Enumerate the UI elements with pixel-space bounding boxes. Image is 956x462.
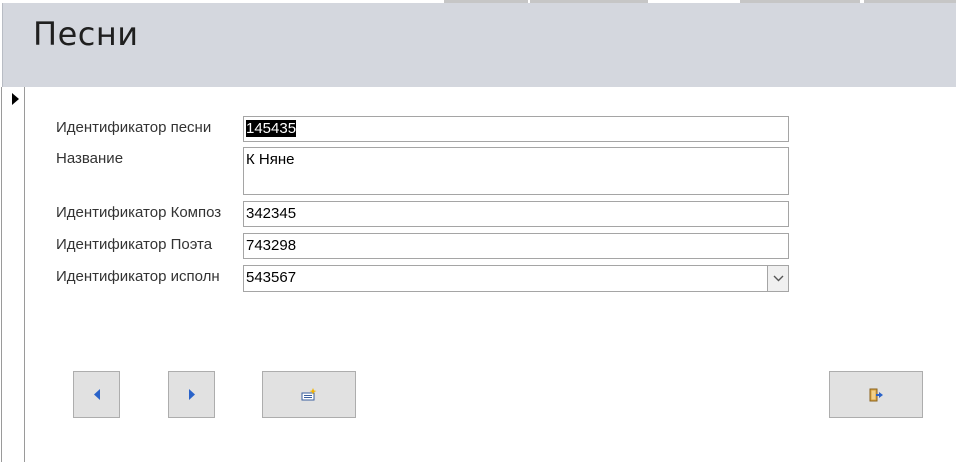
triangle-right-icon	[188, 389, 195, 400]
previous-record-button[interactable]	[73, 371, 120, 418]
composer-id-label: Идентификатор Композ	[56, 204, 222, 221]
record-selector[interactable]	[1, 87, 25, 462]
poet-id-value: 743298	[246, 237, 297, 254]
composer-id-field[interactable]: 342345	[243, 201, 789, 227]
composer-id-value: 342345	[246, 205, 297, 222]
new-record-icon	[301, 387, 317, 400]
poet-id-label: Идентификатор Поэта	[56, 236, 213, 253]
new-record-button[interactable]	[262, 371, 356, 418]
form-title: Песни	[33, 15, 139, 53]
poet-id-field[interactable]: 743298	[243, 233, 789, 259]
close-form-button[interactable]	[829, 371, 923, 418]
song-id-value: 145435	[246, 120, 297, 137]
performer-id-combo[interactable]: 543567	[243, 265, 789, 292]
song-id-field[interactable]: 145435	[243, 116, 789, 142]
close-form-icon	[869, 388, 883, 401]
name-field[interactable]: К Няне	[243, 147, 789, 195]
performer-id-label: Идентификатор исполн	[56, 268, 220, 285]
performer-id-value: 543567	[246, 269, 297, 286]
name-value: К Няне	[246, 151, 295, 168]
next-record-button[interactable]	[168, 371, 215, 418]
form-header: Песни	[2, 3, 956, 87]
song-id-label: Идентификатор песни	[56, 119, 212, 136]
chevron-down-icon	[773, 275, 783, 282]
triangle-left-icon	[93, 389, 100, 400]
combo-dropdown-button[interactable]	[767, 266, 788, 291]
name-label: Название	[56, 150, 124, 167]
current-record-icon	[12, 93, 19, 105]
